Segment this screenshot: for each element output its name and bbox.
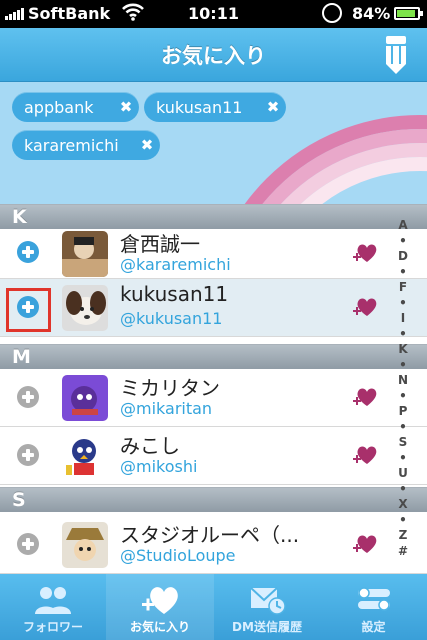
favorite-heart-icon[interactable] bbox=[352, 295, 378, 319]
index-dot[interactable]: • bbox=[392, 451, 414, 467]
add-icon[interactable] bbox=[17, 386, 39, 408]
tag-area: appbank ✖ kukusan11 ✖ kararemichi ✖ bbox=[0, 82, 427, 204]
favorite-heart-icon bbox=[142, 587, 178, 614]
section-header-s: S bbox=[0, 487, 427, 512]
avatar bbox=[62, 285, 108, 331]
index-letter[interactable]: P bbox=[392, 404, 414, 420]
user-handle: @kararemichi bbox=[120, 255, 231, 274]
user-name: kukusan11 bbox=[120, 282, 229, 306]
list-item[interactable]: kukusan11 @kukusan11 bbox=[0, 279, 427, 337]
index-letter[interactable]: F bbox=[392, 280, 414, 296]
user-handle: @StudioLoupe bbox=[120, 546, 236, 565]
remove-tag-icon[interactable]: ✖ bbox=[134, 136, 160, 154]
index-letter[interactable]: A bbox=[392, 218, 414, 234]
index-letter[interactable]: Z bbox=[392, 528, 414, 544]
settings-icon bbox=[357, 587, 390, 611]
list-item[interactable]: ミカリタン @mikaritan bbox=[0, 369, 427, 427]
dm-history-icon bbox=[250, 587, 286, 615]
index-dot[interactable]: • bbox=[392, 482, 414, 498]
favorite-heart-icon[interactable] bbox=[352, 385, 378, 409]
battery-icon bbox=[394, 7, 423, 20]
user-handle: @mikoshi bbox=[120, 457, 198, 476]
favorite-heart-icon[interactable] bbox=[352, 443, 378, 467]
index-dot[interactable]: • bbox=[392, 296, 414, 312]
list-item[interactable]: 倉西誠一 @kararemichi bbox=[0, 229, 427, 279]
index-letter[interactable]: K bbox=[392, 342, 414, 358]
index-dot[interactable]: • bbox=[392, 265, 414, 281]
tab-label: お気に入り bbox=[129, 620, 190, 634]
section-header-m: M bbox=[0, 344, 427, 369]
tag-chip[interactable]: kararemichi ✖ bbox=[12, 130, 160, 160]
section-index-bar[interactable]: A • D • F • I • K • N • P • S • U • X • … bbox=[392, 218, 414, 562]
index-letter[interactable]: U bbox=[392, 466, 414, 482]
tag-label: kukusan11 bbox=[156, 97, 243, 117]
index-dot[interactable]: • bbox=[392, 234, 414, 250]
index-letter[interactable]: N bbox=[392, 373, 414, 389]
rotation-lock-icon bbox=[322, 3, 342, 23]
favorite-heart-icon[interactable] bbox=[352, 532, 378, 556]
index-dot[interactable]: • bbox=[392, 420, 414, 436]
favorites-list[interactable]: K 倉西誠一 @kararemichi kukusan11 @kukusan11 bbox=[0, 204, 427, 574]
index-letter[interactable]: I bbox=[392, 311, 414, 327]
avatar bbox=[62, 231, 108, 277]
tag-chip[interactable]: appbank ✖ bbox=[12, 92, 139, 122]
avatar bbox=[62, 433, 108, 479]
pencil-icon[interactable] bbox=[378, 34, 414, 76]
user-handle: @mikaritan bbox=[120, 399, 213, 418]
avatar bbox=[62, 522, 108, 568]
tab-label: DM送信履歴 bbox=[232, 620, 302, 634]
followers-icon bbox=[35, 587, 71, 614]
tab-dm-history[interactable]: DM送信履歴 bbox=[214, 574, 320, 640]
page-title: お気に入り bbox=[161, 44, 266, 68]
user-name: ミカリタン bbox=[120, 376, 220, 400]
tab-label: フォロワー bbox=[22, 620, 83, 634]
user-name: みこし bbox=[120, 434, 180, 458]
user-name: スタジオルーペ（... bbox=[120, 523, 300, 547]
add-icon[interactable] bbox=[17, 444, 39, 466]
nav-bar: お気に入り bbox=[0, 28, 427, 82]
index-letter[interactable]: X bbox=[392, 497, 414, 513]
tag-chip[interactable]: kukusan11 ✖ bbox=[144, 92, 286, 122]
tab-followers[interactable]: フォロワー bbox=[0, 574, 106, 640]
list-item[interactable]: スタジオルーペ（... @StudioLoupe bbox=[0, 516, 427, 574]
tab-label: 設定 bbox=[361, 620, 386, 634]
tag-label: appbank bbox=[24, 97, 94, 117]
list-item[interactable]: みこし @mikoshi bbox=[0, 427, 427, 485]
index-dot[interactable]: • bbox=[392, 389, 414, 405]
index-letter[interactable]: # bbox=[392, 544, 414, 560]
tag-label: kararemichi bbox=[24, 135, 119, 155]
tab-bar: フォロワー お気に入り DM送信履歴 設定 bbox=[0, 574, 427, 640]
index-dot[interactable]: • bbox=[392, 327, 414, 343]
status-bar: SoftBank 10:11 84% bbox=[0, 0, 427, 28]
tab-settings[interactable]: 設定 bbox=[320, 574, 427, 640]
add-icon[interactable] bbox=[17, 241, 39, 263]
add-icon[interactable] bbox=[17, 533, 39, 555]
remove-tag-icon[interactable]: ✖ bbox=[113, 98, 139, 116]
remove-tag-icon[interactable]: ✖ bbox=[260, 98, 286, 116]
index-letter[interactable]: S bbox=[392, 435, 414, 451]
index-letter[interactable]: D bbox=[392, 249, 414, 265]
avatar bbox=[62, 375, 108, 421]
index-dot[interactable]: • bbox=[392, 513, 414, 529]
index-dot[interactable]: • bbox=[392, 358, 414, 374]
tab-favorites[interactable]: お気に入り bbox=[106, 574, 214, 640]
highlight-box bbox=[6, 288, 51, 332]
section-header-k: K bbox=[0, 204, 427, 229]
favorite-heart-icon[interactable] bbox=[352, 241, 378, 265]
user-handle: @kukusan11 bbox=[120, 309, 223, 328]
battery-percent: 84% bbox=[352, 4, 391, 23]
user-name: 倉西誠一 bbox=[120, 232, 200, 256]
